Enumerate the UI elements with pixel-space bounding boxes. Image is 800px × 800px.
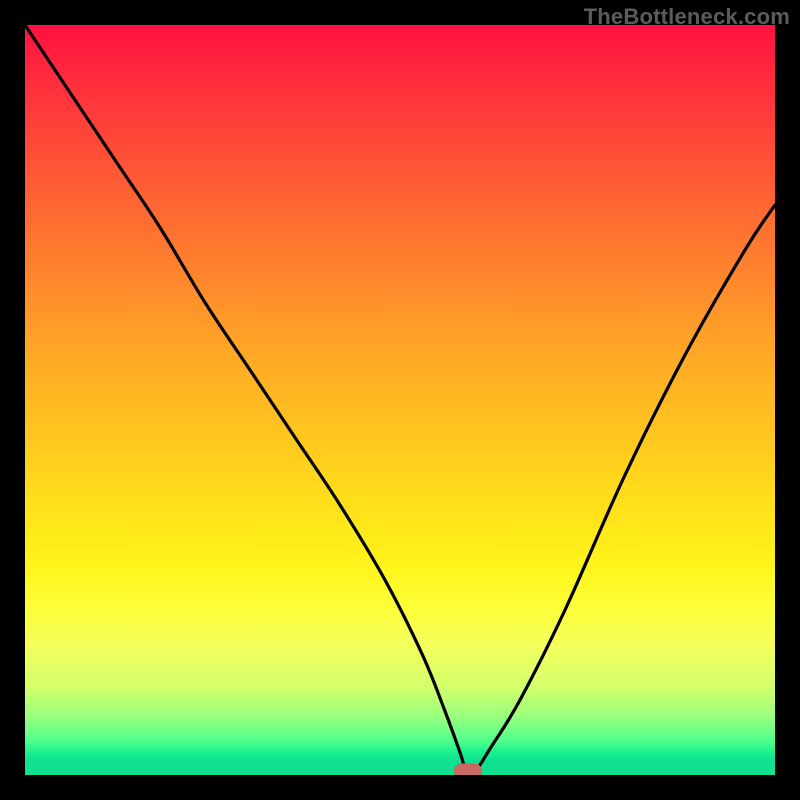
- stage: TheBottleneck.com: [0, 0, 800, 800]
- curve-path: [25, 25, 775, 775]
- watermark-text: TheBottleneck.com: [584, 4, 790, 30]
- bottleneck-curve: [25, 25, 775, 775]
- plot-area: [25, 25, 775, 775]
- minimum-marker: [454, 763, 482, 775]
